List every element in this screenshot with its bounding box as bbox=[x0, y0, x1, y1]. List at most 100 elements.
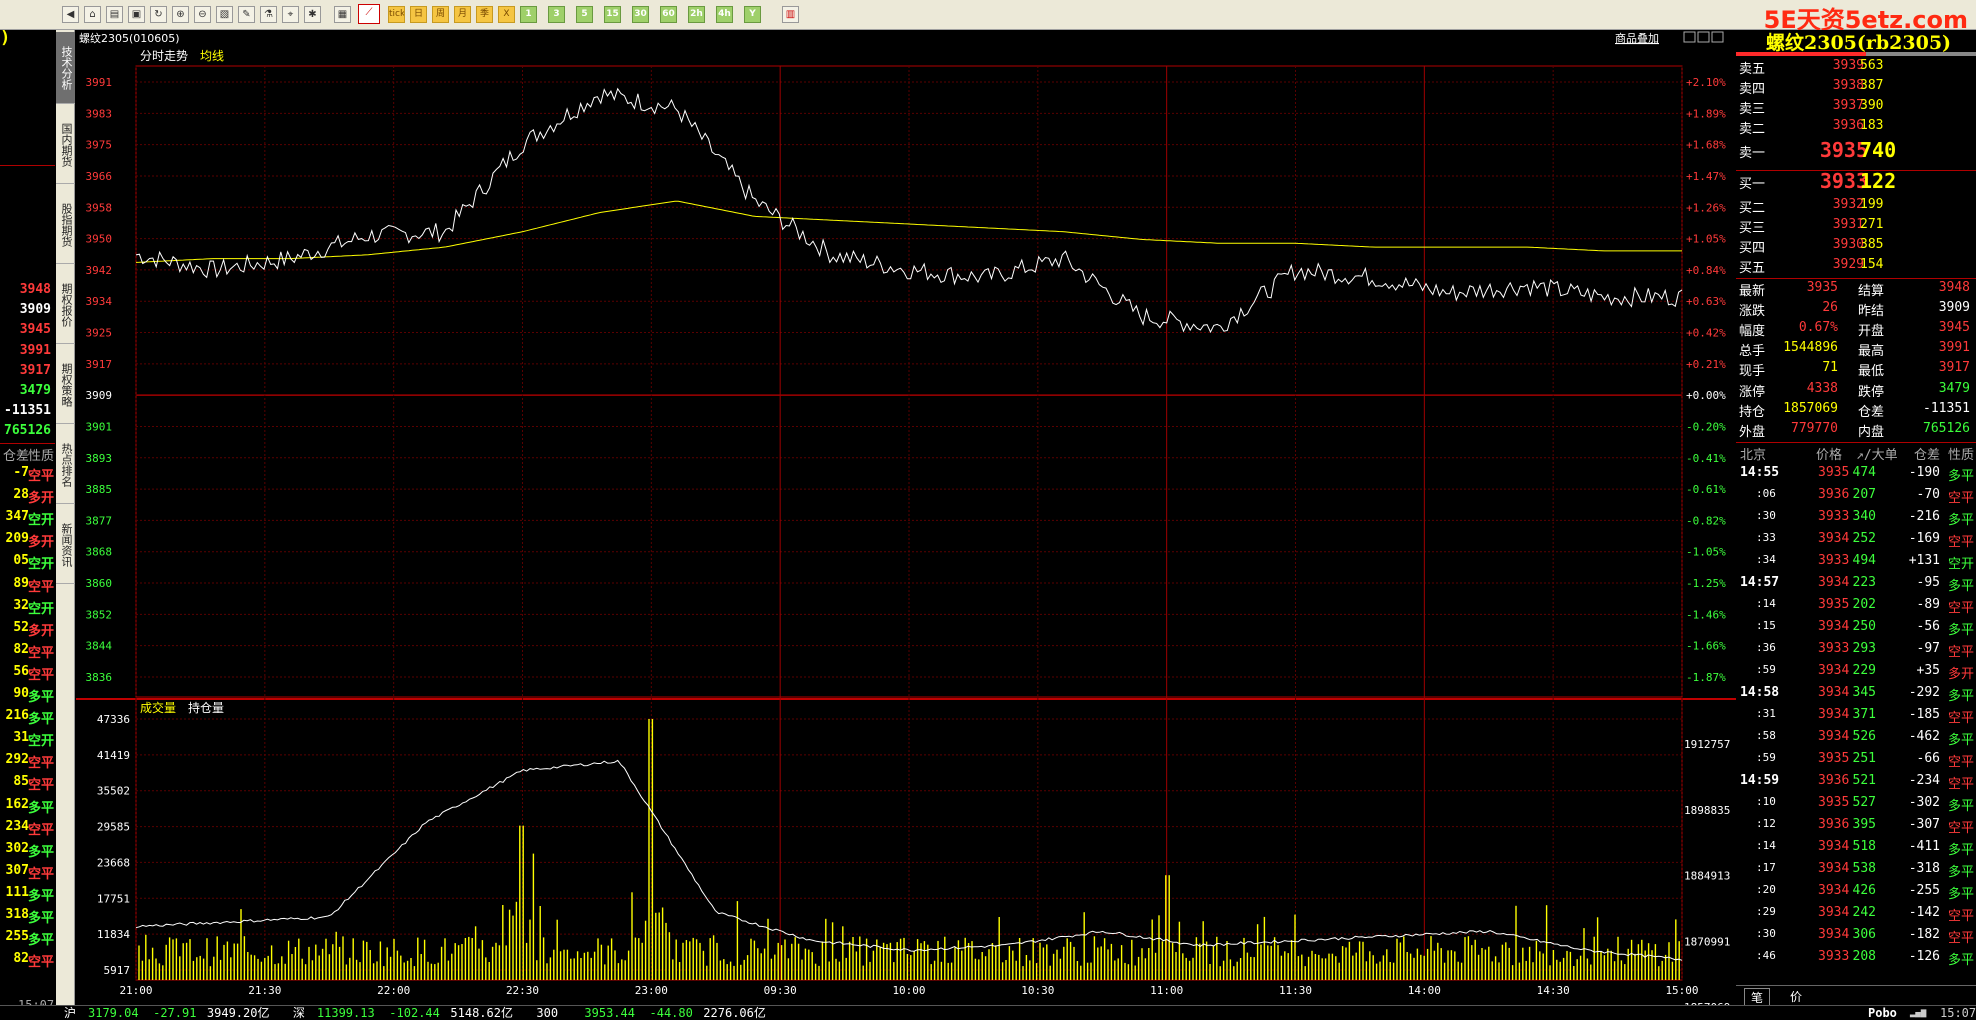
left-tick-type: 多开 bbox=[27, 623, 54, 639]
tool-icon-4[interactable]: ↻ bbox=[150, 6, 167, 23]
index-turnover: 2276.06亿 bbox=[703, 1006, 766, 1020]
period-button-3[interactable]: 月 bbox=[454, 6, 471, 23]
grid-view-icon[interactable]: ▦ bbox=[334, 6, 351, 23]
tool-icon-1[interactable]: ⌂ bbox=[84, 6, 101, 23]
period-num-button-1[interactable]: 3 bbox=[548, 6, 565, 23]
side-tab-1[interactable]: 国内期货 bbox=[56, 106, 75, 184]
ask-row[interactable]: 卖一 3935 740 bbox=[1736, 138, 1976, 162]
quote-bottom-tab-0[interactable]: 笔 bbox=[1744, 988, 1771, 1005]
left-tick-type: 空平 bbox=[27, 822, 54, 838]
period-num-button-3[interactable]: 15 bbox=[604, 6, 621, 23]
stat-label: 内盘 bbox=[1858, 424, 1885, 440]
left-tick-diff: 292 bbox=[5, 752, 29, 768]
tick-price: 3935 bbox=[1818, 795, 1850, 810]
side-tab-3[interactable]: 期权报价 bbox=[56, 266, 75, 344]
period-num-button-8[interactable]: Y bbox=[744, 6, 761, 23]
tick-row: :17 3934 538 -318 多平 bbox=[1736, 861, 1976, 881]
tool-icon-6[interactable]: ⊖ bbox=[194, 6, 211, 23]
price-tick-label: 3975 bbox=[86, 139, 113, 152]
overlay-button[interactable]: 商品叠加 bbox=[1615, 31, 1659, 45]
tick-time: :12 bbox=[1756, 817, 1776, 830]
intraday-icon[interactable]: ⟋ bbox=[358, 4, 380, 24]
side-tab-5[interactable]: 热点排名 bbox=[56, 426, 75, 504]
time-tick-label: 23:00 bbox=[635, 984, 668, 997]
window-control-icon[interactable] bbox=[1697, 31, 1710, 43]
oi-tab[interactable]: 持仓量 bbox=[188, 700, 224, 715]
bid-row[interactable]: 买五 3929 154 bbox=[1736, 257, 1976, 277]
index-change: -44.80 bbox=[649, 1006, 693, 1020]
period-num-button-4[interactable]: 30 bbox=[632, 6, 649, 23]
bid-row[interactable]: 买三 3931 271 bbox=[1736, 217, 1976, 237]
stat-label: 结算 bbox=[1858, 284, 1885, 299]
tick-price: 3934 bbox=[1818, 685, 1850, 700]
tool-icon-9[interactable]: ⚗ bbox=[260, 6, 277, 23]
ask-row[interactable]: 卖四 3938 387 bbox=[1736, 78, 1976, 98]
tick-row: 14:57 3934 223 -95 多平 bbox=[1736, 575, 1976, 595]
period-button-5[interactable]: X bbox=[498, 6, 515, 23]
tick-row: :36 3933 293 -97 空平 bbox=[1736, 641, 1976, 661]
intraday-chart[interactable]: 螺纹2305(010605) 商品叠加 3991 +2.10% 3983 +1.89% 39… bbox=[76, 30, 1736, 1005]
left-tick-diff: 32 bbox=[13, 597, 29, 613]
bid-row[interactable]: 买一 3933 122 bbox=[1736, 169, 1976, 193]
trend-tab[interactable]: 分时走势 bbox=[140, 49, 188, 63]
period-num-button-0[interactable]: 1 bbox=[520, 6, 537, 23]
chart-svg[interactable]: 螺纹2305(010605) 商品叠加 3991 +2.10% 3983 +1.89% 39… bbox=[76, 30, 1736, 1005]
tool-icon-3[interactable]: ▣ bbox=[128, 6, 145, 23]
tool-icon-8[interactable]: ✎ bbox=[238, 6, 255, 23]
window-control-icon[interactable] bbox=[1711, 31, 1724, 43]
period-button-2[interactable]: 周 bbox=[432, 6, 449, 23]
stat-row: 幅度 0.67% 开盘 3945 bbox=[1736, 320, 1976, 340]
tool-icon-2[interactable]: ▤ bbox=[106, 6, 123, 23]
period-num-button-6[interactable]: 2h bbox=[688, 6, 705, 23]
bid-row[interactable]: 买四 3930 385 bbox=[1736, 237, 1976, 257]
tick-time: :31 bbox=[1756, 707, 1776, 720]
bid-row[interactable]: 买二 3932 199 bbox=[1736, 197, 1976, 217]
calendar-icon[interactable]: ▥ bbox=[782, 6, 799, 23]
period-button-1[interactable]: 日 bbox=[410, 6, 427, 23]
side-tab-4[interactable]: 期权策略 bbox=[56, 346, 75, 424]
left-tick-type: 空平 bbox=[27, 756, 54, 772]
price-tick-label: 3901 bbox=[86, 420, 113, 433]
index-turnover: 5148.62亿 bbox=[450, 1006, 513, 1020]
volume-tick-label: 41419 bbox=[97, 749, 130, 762]
tool-icon-10[interactable]: ⌖ bbox=[282, 6, 299, 23]
period-button-0[interactable]: tick bbox=[388, 6, 405, 23]
ask-row[interactable]: 卖二 3936 183 bbox=[1736, 118, 1976, 138]
stat-value: 3479 bbox=[1938, 380, 1970, 396]
tool-icon-7[interactable]: ▧ bbox=[216, 6, 233, 23]
volume-tick-label: 11834 bbox=[97, 928, 130, 941]
price-tick-label: 3942 bbox=[86, 264, 113, 277]
tick-volume: 345 bbox=[1852, 685, 1876, 700]
index-value: 3179.04 bbox=[88, 1006, 139, 1020]
toolbar: ◀ ⌂ ▤ ▣ ↻ ⊕ ⊖ ▧ ✎ ⚗ ⌖ ✱ ▦ ⟋ tick 日周月季 X 1 3 5 15 30 60 2h 4h Y ▥ bbox=[0, 0, 1976, 30]
stat-label: 最新 bbox=[1739, 284, 1766, 299]
period-button-4[interactable]: 季 bbox=[476, 6, 493, 23]
side-tab-0[interactable]: 技术分析 bbox=[56, 32, 75, 104]
quote-bottom-tab-1[interactable]: 价 bbox=[1784, 988, 1808, 1005]
tick-price: 3934 bbox=[1818, 729, 1850, 744]
tick-volume: 518 bbox=[1852, 839, 1876, 854]
tool-icon-11[interactable]: ✱ bbox=[304, 6, 321, 23]
period-num-button-5[interactable]: 60 bbox=[660, 6, 677, 23]
left-value: 3909 bbox=[19, 302, 51, 318]
ask-row[interactable]: 卖三 3937 390 bbox=[1736, 98, 1976, 118]
tick-nature: 空平 bbox=[1948, 821, 1975, 836]
avg-tab[interactable]: 均线 bbox=[200, 49, 224, 63]
ask-label: 卖五 bbox=[1739, 62, 1766, 77]
side-tab-6[interactable]: 新闻资讯 bbox=[56, 506, 75, 584]
ask-row[interactable]: 卖五 3939 563 bbox=[1736, 58, 1976, 78]
tick-oi-diff: -307 bbox=[1908, 817, 1940, 832]
volume-tab[interactable]: 成交量 bbox=[140, 700, 176, 715]
side-tab-2[interactable]: 股指期货 bbox=[56, 186, 75, 264]
period-num-button-2[interactable]: 5 bbox=[576, 6, 593, 23]
tick-volume: 252 bbox=[1852, 531, 1876, 546]
price-tick-label: 3958 bbox=[86, 201, 113, 214]
tick-time: :34 bbox=[1756, 553, 1776, 566]
period-num-button-7[interactable]: 4h bbox=[716, 6, 733, 23]
tick-nature: 多平 bbox=[1948, 799, 1975, 814]
tool-icon-5[interactable]: ⊕ bbox=[172, 6, 189, 23]
tool-icon-0[interactable]: ◀ bbox=[62, 6, 79, 23]
tick-nature: 空平 bbox=[1948, 645, 1975, 660]
left-tick-row: -7 空平 bbox=[0, 465, 55, 485]
window-control-icon[interactable] bbox=[1683, 31, 1696, 43]
